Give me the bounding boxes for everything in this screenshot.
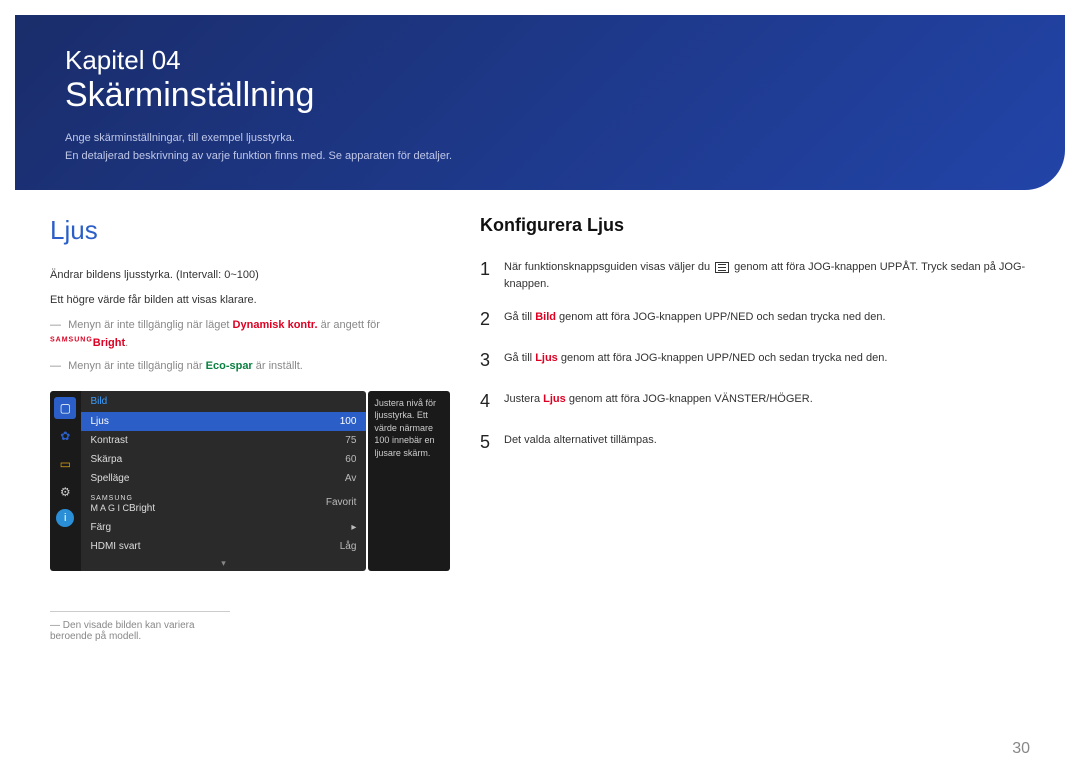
subsection-heading: Konfigurera Ljus bbox=[480, 215, 1030, 236]
left-column: Ljus Ändrar bildens ljusstyrka. (Interva… bbox=[50, 215, 450, 641]
flower-icon: ✿ bbox=[54, 425, 76, 447]
chapter-subtitle2: En detaljerad beskrivning av varje funkt… bbox=[65, 148, 1015, 166]
osd-row-label: Kontrast bbox=[91, 435, 128, 446]
osd-row-label: Ljus bbox=[91, 416, 109, 427]
step-text: Gå till Ljus genom att föra JOG-knappen … bbox=[504, 347, 1030, 374]
step-number: 4 bbox=[480, 388, 504, 415]
osd-title: Bild bbox=[81, 391, 367, 412]
osd-row-value: 60 bbox=[345, 454, 356, 465]
step-number: 1 bbox=[480, 256, 504, 292]
chapter-title: Skärminställning bbox=[65, 76, 1015, 115]
osd-down-arrow: ▾ bbox=[81, 556, 367, 571]
chapter-header: Kapitel 04 Skärminställning Ange skärmin… bbox=[15, 15, 1065, 190]
osd-sidebar: ▢ ✿ ▭ ⚙ i bbox=[50, 391, 81, 571]
osd-row-label: Färg bbox=[91, 522, 112, 533]
step-text: Gå till Bild genom att föra JOG-knappen … bbox=[504, 306, 1030, 333]
osd-screenshot: ▢ ✿ ▭ ⚙ i Bild Ljus 100 Kontrast 75 Skärpa 60… bbox=[50, 391, 450, 571]
osd-row-value: Låg bbox=[340, 541, 357, 552]
footnote: ― Den visade bilden kan variera beroende… bbox=[50, 611, 230, 642]
step-number: 2 bbox=[480, 306, 504, 333]
gear-icon: ⚙ bbox=[54, 481, 76, 503]
right-column: Konfigurera Ljus 1När funktionsknappsgui… bbox=[450, 215, 1030, 641]
osd-menu: Bild Ljus 100 Kontrast 75 Skärpa 60 Spelläge Av… bbox=[81, 391, 367, 571]
step-text: När funktionsknappsguiden visas väljer d… bbox=[504, 256, 1030, 292]
osd-row: Ljus 100 bbox=[81, 412, 367, 431]
osd-row: Kontrast 75 bbox=[81, 431, 367, 450]
osd-row-value: 75 bbox=[345, 435, 356, 446]
step-item: 5Det valda alternativet tillämpas. bbox=[480, 429, 1030, 456]
step-text: Justera Ljus genom att föra JOG-knappen … bbox=[504, 388, 1030, 415]
osd-row: Skärpa 60 bbox=[81, 450, 367, 469]
osd-row: Spelläge Av bbox=[81, 469, 367, 488]
step-item: 1När funktionsknappsguiden visas väljer … bbox=[480, 256, 1030, 292]
info-icon: i bbox=[56, 509, 74, 527]
page-number: 30 bbox=[1012, 740, 1030, 758]
content-area: Ljus Ändrar bildens ljusstyrka. (Interva… bbox=[0, 190, 1080, 666]
desc-higher: Ett högre värde får bilden att visas kla… bbox=[50, 291, 450, 310]
osd-tooltip: Justera nivå för ljusstyrka. Ett värde n… bbox=[368, 391, 450, 571]
osd-row-value: Av bbox=[345, 473, 357, 484]
osd-row-value: ▸ bbox=[351, 522, 356, 533]
osd-row: HDMI svart Låg bbox=[81, 537, 367, 556]
note-eco: ― Menyn är inte tillgänglig när Eco-spar… bbox=[50, 357, 450, 376]
section-heading: Ljus bbox=[50, 215, 450, 246]
osd-row-label: Spelläge bbox=[91, 473, 130, 484]
step-text: Det valda alternativet tillämpas. bbox=[504, 429, 1030, 456]
steps-list: 1När funktionsknappsguiden visas väljer … bbox=[480, 256, 1030, 456]
desc-interval: Ändrar bildens ljusstyrka. (Intervall: 0… bbox=[50, 266, 450, 285]
monitor-icon: ▢ bbox=[54, 397, 76, 419]
step-item: 3Gå till Ljus genom att föra JOG-knappen… bbox=[480, 347, 1030, 374]
step-number: 3 bbox=[480, 347, 504, 374]
osd-row-label: Skärpa bbox=[91, 454, 123, 465]
menu-icon bbox=[715, 262, 729, 273]
step-number: 5 bbox=[480, 429, 504, 456]
osd-row-value: Favorit bbox=[326, 497, 357, 508]
step-item: 2Gå till Bild genom att föra JOG-knappen… bbox=[480, 306, 1030, 333]
osd-row-label: SAMSUNGM A G I CBright bbox=[91, 492, 156, 514]
step-item: 4Justera Ljus genom att föra JOG-knappen… bbox=[480, 388, 1030, 415]
osd-row: Färg ▸ bbox=[81, 518, 367, 537]
osd-row-label: HDMI svart bbox=[91, 541, 141, 552]
rect-icon: ▭ bbox=[54, 453, 76, 475]
osd-row: SAMSUNGM A G I CBright Favorit bbox=[81, 488, 367, 518]
chapter-number: Kapitel 04 bbox=[65, 45, 1015, 76]
chapter-subtitle1: Ange skärminställningar, till exempel lj… bbox=[65, 130, 1015, 148]
note-dynamic: ― Menyn är inte tillgänglig när läget Dy… bbox=[50, 316, 450, 353]
osd-row-value: 100 bbox=[340, 416, 357, 427]
